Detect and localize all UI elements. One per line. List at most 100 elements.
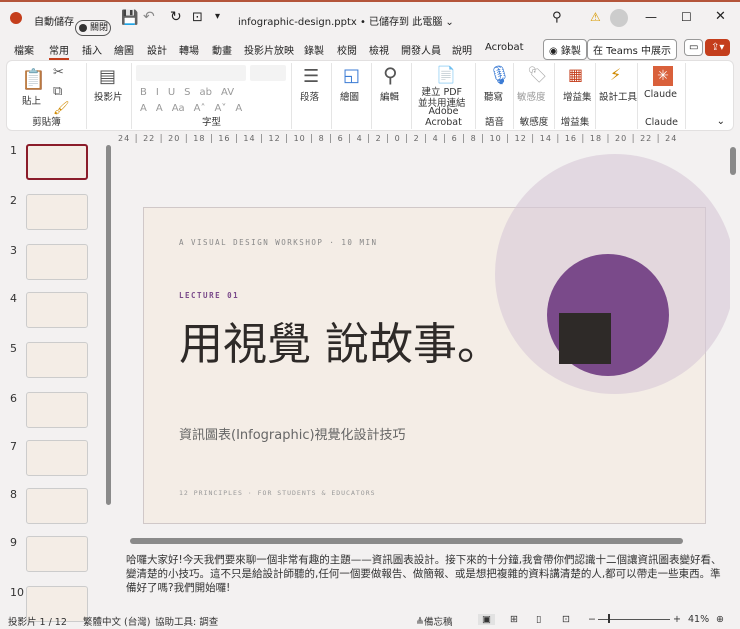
font-name-select[interactable] [136,65,246,81]
highlight-button[interactable]: A [140,103,147,114]
spacing-button[interactable]: AV [221,87,234,98]
italic-button[interactable]: I [156,87,159,98]
fit-slide-icon[interactable]: ⊕ [716,614,724,625]
tab-developer[interactable]: 開發人員 [401,42,441,57]
font-size-select[interactable] [250,65,286,81]
search-icon[interactable]: ⚲ [552,10,562,25]
addins-icon[interactable]: ▦ [568,65,583,84]
find-icon[interactable]: ⚲ [383,63,398,87]
pdf-icon[interactable]: 📄 [436,65,456,84]
tab-draw[interactable]: 繪圖 [114,42,134,57]
dictate-button[interactable]: 聽寫 [484,89,503,103]
record-button[interactable]: ◉ 錄製 [543,39,587,60]
tab-review[interactable]: 校閱 [337,42,357,57]
designer-button[interactable]: 設計工具 [599,89,637,103]
change-case-button[interactable]: Aa [172,103,185,114]
thumbnail-number: 9 [10,536,17,549]
tab-design[interactable]: 設計 [147,42,167,57]
paste-label[interactable]: 貼上 [22,93,41,107]
designer-icon[interactable]: ⚡ [610,65,621,84]
layout-icon[interactable]: ▤ [99,66,116,87]
tab-file[interactable]: 檔案 [14,42,34,57]
tab-home[interactable]: 常用 [49,42,69,60]
tab-animations[interactable]: 動畫 [212,42,232,57]
slide-thumbnail[interactable] [26,194,88,230]
tab-transitions[interactable]: 轉場 [179,42,199,57]
designer-group: ⚡ 設計工具 [596,63,638,129]
sensitivity-icon[interactable]: 🏷 [527,65,547,84]
slide-thumbnail[interactable] [26,342,88,378]
maximize-button[interactable]: ☐ [681,10,692,24]
speaker-notes[interactable]: 哈囉大家好!今天我們要來聊一個非常有趣的主題——資訊圖表設計。接下來的十分鐘,我… [118,550,736,608]
tab-slideshow[interactable]: 投影片放映 [244,42,294,57]
shadow-button[interactable]: S [184,87,190,98]
claude-button[interactable]: Claude [644,89,677,100]
slide-vscrollbar[interactable] [730,147,736,527]
microphone-icon[interactable]: 🎙 [488,65,511,86]
slide-thumbnail[interactable] [26,392,88,428]
slides-label[interactable]: 投影片 [94,89,123,103]
sensitivity-button[interactable]: 敏感度 [517,89,546,103]
tab-help[interactable]: 說明 [452,42,472,57]
zoom-in-button[interactable]: + [673,614,681,625]
tab-view[interactable]: 檢視 [369,42,389,57]
paragraph-icon[interactable]: ☰ [303,66,319,87]
zoom-slider-thumb[interactable] [608,614,610,623]
minimize-button[interactable]: — [645,10,657,24]
clipboard-label: 剪貼簿 [32,117,61,128]
slideshow-button[interactable]: ⊡ [562,614,570,625]
tab-acrobat[interactable]: Acrobat [485,42,524,53]
shapes-icon[interactable]: ◱ [343,65,360,86]
slide-thumbnail[interactable] [26,440,88,476]
undo-icon[interactable]: ↶ [143,9,155,25]
notes-button[interactable]: ≜備忘稿 [416,614,452,628]
font-color-button[interactable]: A [156,103,163,114]
claude-icon[interactable]: ✳ [653,66,673,86]
collapse-ribbon-icon[interactable]: ⌄ [717,116,725,127]
copy-icon[interactable]: ⧉ [53,84,62,99]
bold-button[interactable]: B [140,87,147,98]
slide-thumbnail[interactable] [26,292,88,328]
thumbnail-number: 8 [10,488,17,501]
paste-icon[interactable]: 📋 [21,67,46,91]
customize-icon[interactable]: ▾ [215,11,220,22]
teams-present-button[interactable]: 在 Teams 中展示 [587,39,677,60]
avatar[interactable] [610,9,628,27]
autosave-toggle[interactable]: 關閉 [75,20,111,36]
zoom-level[interactable]: 41% [688,614,709,625]
slide-thumbnail[interactable] [26,244,88,280]
warning-icon[interactable]: ⚠ [590,10,601,24]
tab-record[interactable]: 錄製 [304,42,324,57]
grow-font-button[interactable]: A˄ [194,103,206,114]
language-status[interactable]: 繁體中文 (台灣) [83,614,150,628]
editing-label[interactable]: 編輯 [380,89,399,103]
underline-button[interactable]: U [168,87,175,98]
slide-footer: 12 PRINCIPLES · FOR STUDENTS & EDUCATORS [179,489,376,497]
zoom-out-button[interactable]: − [588,614,596,625]
drawing-label[interactable]: 繪圖 [340,89,359,103]
clear-format-button[interactable]: A [235,103,242,114]
tab-insert[interactable]: 插入 [82,42,102,57]
comments-button[interactable]: ▭ [684,39,704,56]
slide-sorter-button[interactable]: ⊞ [510,614,518,625]
addins-button[interactable]: 增益集 [563,89,592,103]
redo-icon[interactable]: ↻ [170,9,182,25]
slide-hscrollbar[interactable] [130,538,683,544]
thumbnail-scrollbar[interactable] [106,145,111,505]
cut-icon[interactable]: ✂ [53,65,64,80]
drawing-group: ◱ 繪圖 [332,63,372,129]
file-title[interactable]: infographic-design.pptx • 已儲存到 此電腦 ⌄ [238,13,454,28]
slide-thumbnail[interactable] [26,488,88,524]
shrink-font-button[interactable]: A˅ [215,103,227,114]
present-icon[interactable]: ⊡ [192,10,203,25]
reading-view-button[interactable]: ▯ [536,614,541,625]
strikethrough-button[interactable]: ab [200,87,212,98]
share-button[interactable]: ⇪▾ [705,39,731,56]
accessibility-status[interactable]: 協助工具: 調查 [155,614,218,628]
save-icon[interactable]: 💾 [121,10,138,26]
slide-thumbnail[interactable] [26,144,88,180]
slide-thumbnail[interactable] [26,536,88,572]
paragraph-label[interactable]: 段落 [300,89,319,103]
normal-view-button[interactable]: ▣ [478,614,495,625]
close-button[interactable]: ✕ [715,9,726,24]
